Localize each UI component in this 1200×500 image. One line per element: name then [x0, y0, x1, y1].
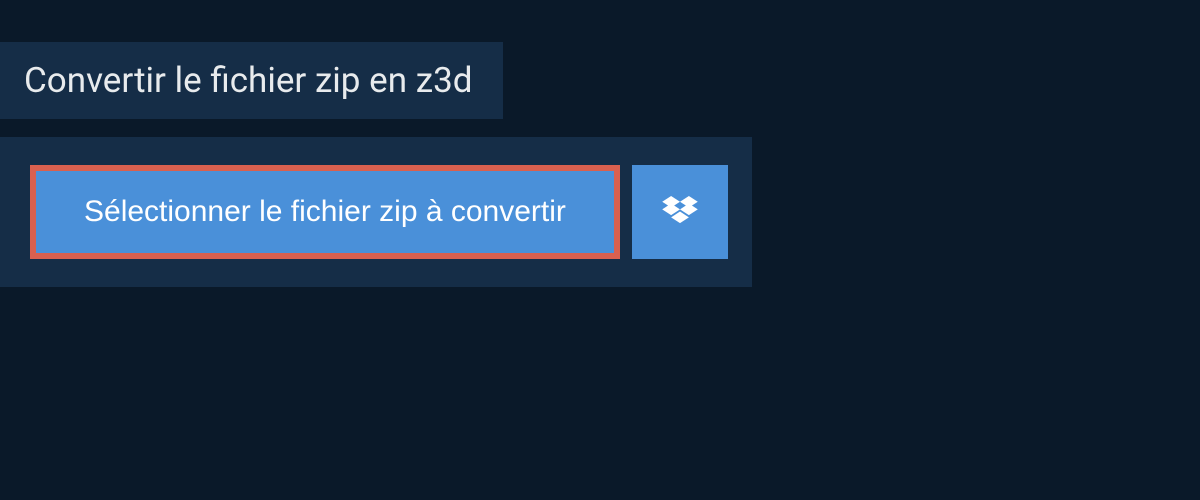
dropbox-button[interactable] [632, 165, 728, 259]
button-panel: Sélectionner le fichier zip à convertir [0, 137, 752, 287]
select-file-button[interactable]: Sélectionner le fichier zip à convertir [30, 165, 620, 259]
select-file-label: Sélectionner le fichier zip à convertir [84, 195, 566, 229]
page-title: Convertir le fichier zip en z3d [24, 60, 473, 101]
dropbox-icon [662, 196, 698, 228]
main-container: Convertir le fichier zip en z3d Sélectio… [0, 0, 1200, 287]
title-bar: Convertir le fichier zip en z3d [0, 42, 503, 119]
